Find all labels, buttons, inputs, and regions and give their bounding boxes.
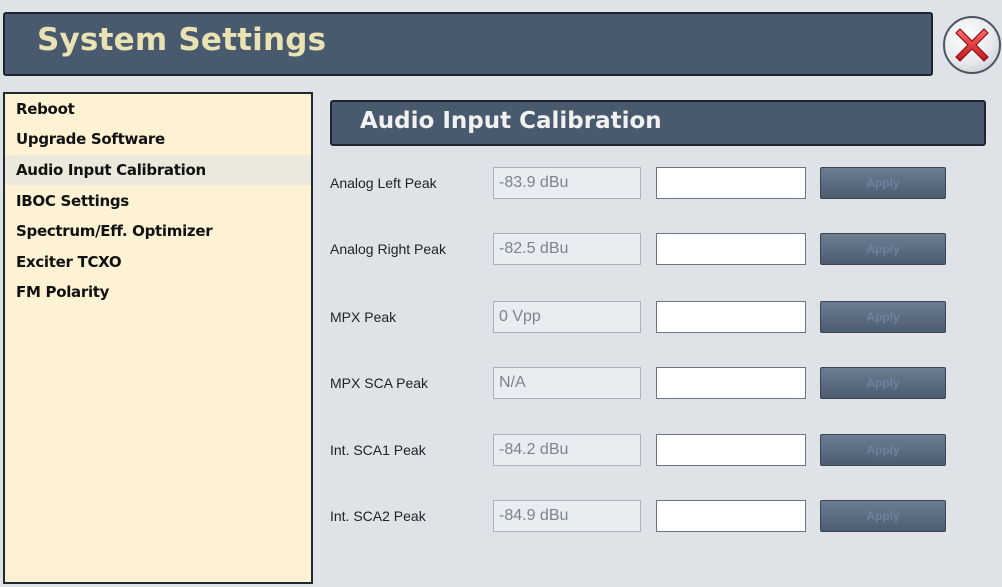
row-label: MPX Peak bbox=[330, 309, 397, 325]
calibration-row: Analog Right Peak -82.5 dBu Apply bbox=[316, 231, 1002, 267]
title-bar: System Settings bbox=[3, 12, 933, 76]
sidebar-item-label: Exciter TCXO bbox=[16, 253, 122, 271]
apply-button[interactable]: Apply bbox=[820, 301, 946, 333]
calibration-panel: Audio Input Calibration Analog Left Peak… bbox=[316, 92, 1002, 584]
calibration-input[interactable] bbox=[656, 167, 806, 199]
calibration-input[interactable] bbox=[656, 367, 806, 399]
peak-readout: -84.2 dBu bbox=[493, 434, 641, 466]
settings-menu: Reboot Upgrade Software Audio Input Cali… bbox=[3, 92, 313, 584]
row-label: Int. SCA1 Peak bbox=[330, 442, 426, 458]
calibration-row: MPX Peak 0 Vpp Apply bbox=[316, 299, 1002, 335]
apply-button[interactable]: Apply bbox=[820, 233, 946, 265]
sidebar-item-label: Reboot bbox=[16, 100, 75, 118]
sidebar-item-fm-polarity[interactable]: FM Polarity bbox=[5, 277, 311, 307]
calibration-row: Int. SCA2 Peak -84.9 dBu Apply bbox=[316, 498, 1002, 534]
apply-button[interactable]: Apply bbox=[820, 500, 946, 532]
peak-readout: -84.9 dBu bbox=[493, 500, 641, 532]
sidebar-item-label: Upgrade Software bbox=[16, 130, 165, 148]
sidebar-item-reboot[interactable]: Reboot bbox=[5, 94, 311, 124]
calibration-input[interactable] bbox=[656, 500, 806, 532]
close-button[interactable] bbox=[943, 16, 1001, 74]
section-header: Audio Input Calibration bbox=[330, 100, 986, 146]
sidebar-item-audio-input-calibration[interactable]: Audio Input Calibration bbox=[5, 155, 311, 185]
apply-button[interactable]: Apply bbox=[820, 367, 946, 399]
sidebar-item-label: Audio Input Calibration bbox=[16, 161, 206, 179]
calibration-row: MPX SCA Peak N/A Apply bbox=[316, 365, 1002, 401]
sidebar-item-exciter-tcxo[interactable]: Exciter TCXO bbox=[5, 247, 311, 277]
calibration-input[interactable] bbox=[656, 233, 806, 265]
calibration-input[interactable] bbox=[656, 434, 806, 466]
window-title: System Settings bbox=[37, 22, 327, 58]
row-label: Int. SCA2 Peak bbox=[330, 508, 426, 524]
sidebar-item-iboc-settings[interactable]: IBOC Settings bbox=[5, 186, 311, 216]
calibration-row: Analog Left Peak -83.9 dBu Apply bbox=[316, 165, 1002, 201]
calibration-row: Int. SCA1 Peak -84.2 dBu Apply bbox=[316, 432, 1002, 468]
peak-readout: N/A bbox=[493, 367, 641, 399]
sidebar-item-label: FM Polarity bbox=[16, 283, 110, 301]
apply-button[interactable]: Apply bbox=[820, 167, 946, 199]
apply-button[interactable]: Apply bbox=[820, 434, 946, 466]
sidebar-item-label: IBOC Settings bbox=[16, 192, 129, 210]
peak-readout: 0 Vpp bbox=[493, 301, 641, 333]
settings-window: System Settings Reboot Upgrade Software … bbox=[0, 0, 1002, 587]
calibration-input[interactable] bbox=[656, 301, 806, 333]
section-title: Audio Input Calibration bbox=[360, 108, 662, 134]
sidebar-item-spectrum-optimizer[interactable]: Spectrum/Eff. Optimizer bbox=[5, 216, 311, 246]
row-label: Analog Left Peak bbox=[330, 175, 437, 191]
row-label: Analog Right Peak bbox=[330, 241, 446, 257]
peak-readout: -82.5 dBu bbox=[493, 233, 641, 265]
row-label: MPX SCA Peak bbox=[330, 375, 429, 391]
peak-readout: -83.9 dBu bbox=[493, 167, 641, 199]
close-x-icon bbox=[955, 28, 989, 62]
sidebar-item-upgrade-software[interactable]: Upgrade Software bbox=[5, 124, 311, 154]
sidebar-item-label: Spectrum/Eff. Optimizer bbox=[16, 222, 213, 240]
